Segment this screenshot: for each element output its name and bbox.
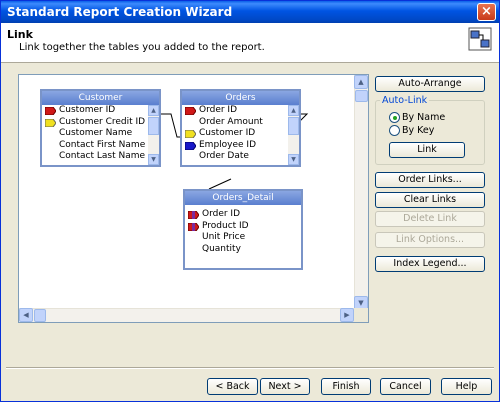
footer-divider — [6, 367, 494, 369]
table-customer[interactable]: Customer Customer ID Customer Credit ID … — [40, 89, 161, 167]
field-label: Order Amount — [199, 116, 263, 127]
field-label: Quantity — [202, 243, 241, 254]
index-key-red-icon — [185, 107, 196, 115]
field-label: Customer ID — [199, 128, 256, 138]
finish-button[interactable]: Finish — [321, 378, 371, 395]
field-label: Order Date — [199, 151, 249, 161]
scroll-right-icon[interactable]: ▶ — [340, 308, 354, 322]
canvas-vertical-scrollbar[interactable]: ▲ ▼ — [354, 75, 368, 310]
field-item[interactable]: Order ID — [182, 105, 299, 117]
field-item[interactable]: Contact Last Name — [42, 151, 159, 163]
scroll-up-icon[interactable]: ▲ — [288, 105, 299, 116]
scroll-corner — [354, 308, 368, 322]
table-title: Orders — [182, 91, 299, 105]
field-label: Order ID — [202, 209, 241, 219]
field-item[interactable]: Employee ID — [182, 140, 299, 152]
radio-label: By Key — [402, 125, 435, 136]
page-subtitle: Link together the tables you added to th… — [19, 42, 265, 53]
table-scrollbar[interactable]: ▲ ▼ — [288, 105, 299, 165]
field-list: Order ID Order Amount Customer ID Employ… — [182, 105, 299, 165]
field-label: Employee ID — [199, 139, 257, 150]
field-item[interactable]: Customer Credit ID — [42, 117, 159, 129]
field-label: Customer Name — [59, 128, 133, 138]
window-title: Standard Report Creation Wizard — [7, 5, 233, 19]
link-button[interactable]: Link — [389, 142, 465, 158]
radio-checked-icon[interactable] — [389, 112, 400, 123]
table-orders[interactable]: Orders Order ID Order Amount Customer ID… — [180, 89, 301, 167]
radio-unchecked-icon[interactable] — [389, 125, 400, 136]
field-label: Unit Price — [202, 232, 246, 242]
field-label: Contact First Name — [59, 139, 146, 150]
help-button[interactable]: Help — [441, 378, 492, 395]
auto-link-title: Auto-Link — [380, 95, 430, 106]
next-button[interactable]: Next > — [260, 378, 310, 395]
canvas-horizontal-scrollbar[interactable]: ◀ ▶ — [19, 308, 354, 322]
scroll-thumb[interactable] — [288, 117, 299, 135]
radio-label: By Name — [402, 112, 446, 123]
field-label: Order ID — [199, 105, 238, 115]
table-scrollbar[interactable]: ▲ ▼ — [148, 105, 159, 165]
auto-arrange-button[interactable]: Auto-Arrange — [375, 76, 485, 92]
field-item[interactable]: Order ID — [185, 209, 301, 221]
index-legend-button[interactable]: Index Legend... — [375, 256, 485, 272]
field-item[interactable]: Unit Price — [185, 232, 301, 244]
field-item[interactable]: Contact First Name — [42, 140, 159, 152]
field-list: Customer ID Customer Credit ID Customer … — [42, 105, 159, 165]
cancel-button[interactable]: Cancel — [380, 378, 431, 395]
index-key-red-icon — [45, 107, 56, 115]
link-canvas[interactable]: Customer Customer ID Customer Credit ID … — [18, 74, 369, 323]
field-label: Customer Credit ID — [59, 116, 146, 127]
table-title: Orders_Detail — [185, 191, 301, 205]
link-tables-icon — [468, 27, 492, 51]
field-list: Order ID Product ID Unit Price Quantity — [185, 205, 301, 268]
field-label: Customer ID — [59, 105, 116, 115]
scroll-thumb[interactable] — [355, 90, 368, 102]
field-item[interactable]: Customer Name — [42, 128, 159, 140]
scroll-down-icon[interactable]: ▼ — [288, 154, 299, 165]
page-title: Link — [7, 28, 33, 41]
delete-link-button[interactable]: Delete Link — [375, 211, 485, 227]
order-links-button[interactable]: Order Links... — [375, 172, 485, 188]
back-button[interactable]: < Back — [207, 378, 258, 395]
clear-links-button[interactable]: Clear Links — [375, 192, 485, 208]
index-key-red-purple-icon — [188, 222, 199, 231]
title-bar[interactable]: Standard Report Creation Wizard × — [1, 1, 499, 23]
field-item[interactable]: Customer ID — [42, 105, 159, 117]
scroll-thumb[interactable] — [148, 117, 159, 135]
scroll-up-icon[interactable]: ▲ — [148, 105, 159, 116]
close-button[interactable]: × — [477, 3, 496, 21]
wizard-window: Standard Report Creation Wizard × Link L… — [0, 0, 500, 402]
wizard-header: Link Link together the tables you added … — [1, 23, 499, 63]
field-label: Product ID — [202, 220, 249, 231]
index-key-red-purple-icon — [188, 211, 199, 219]
index-key-yellow-icon — [45, 118, 56, 127]
field-item[interactable]: Order Date — [182, 151, 299, 163]
field-label: Contact Last Name — [59, 151, 146, 161]
scroll-left-icon[interactable]: ◀ — [19, 308, 33, 322]
scroll-down-icon[interactable]: ▼ — [148, 154, 159, 165]
index-key-blue-icon — [185, 141, 196, 150]
link-options-button[interactable]: Link Options... — [375, 232, 485, 248]
field-item[interactable]: Quantity — [185, 244, 301, 256]
table-title: Customer — [42, 91, 159, 105]
field-item[interactable]: Customer ID — [182, 128, 299, 140]
field-item[interactable]: Product ID — [185, 221, 301, 233]
field-item[interactable]: Order Amount — [182, 117, 299, 129]
index-key-yellow-icon — [185, 130, 196, 138]
scroll-thumb[interactable] — [34, 309, 46, 322]
scroll-up-icon[interactable]: ▲ — [354, 75, 368, 89]
table-orders-detail[interactable]: Orders_Detail Order ID Product ID Unit P… — [183, 189, 303, 270]
